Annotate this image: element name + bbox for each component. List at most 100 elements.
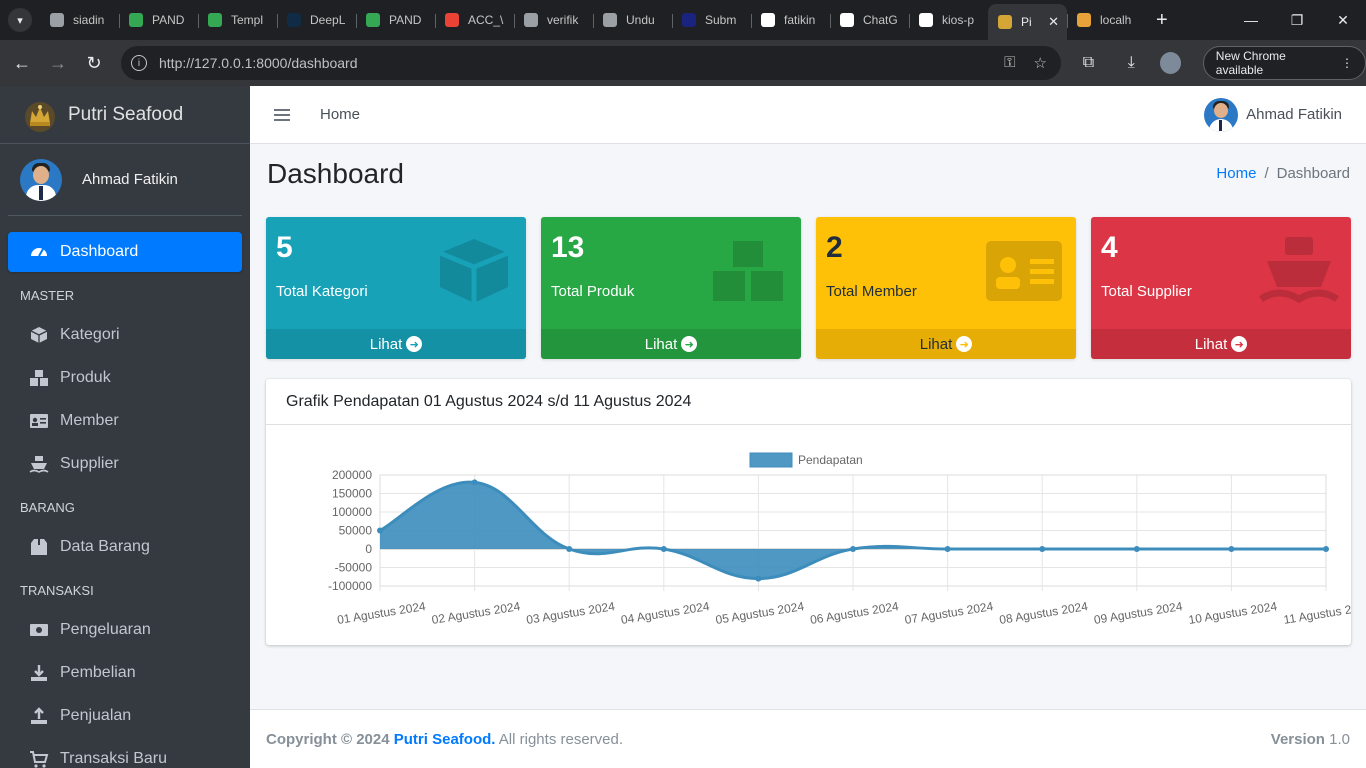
breadcrumb-separator: / xyxy=(1264,165,1269,182)
tab-title: fatikin xyxy=(784,13,816,27)
stat-label: Total Supplier xyxy=(1101,283,1192,300)
y-tick-label: 200000 xyxy=(332,468,372,482)
address-bar[interactable]: i http://127.0.0.1:8000/dashboard ⚿ ☆ xyxy=(121,46,1061,80)
id-card-icon xyxy=(984,235,1064,307)
cart-icon xyxy=(28,749,50,768)
sidebar-item-kategori[interactable]: Kategori xyxy=(8,315,242,355)
y-tick-label: 100000 xyxy=(332,505,372,519)
card-title: Grafik Pendapatan 01 Agustus 2024 s/d 11… xyxy=(266,379,1351,425)
forward-icon[interactable]: → xyxy=(40,45,76,81)
small-box-total-kategori: 5 Total Kategori Lihat ➜ xyxy=(266,217,526,359)
reload-icon[interactable]: ↻ xyxy=(76,45,112,81)
tab-title: ChatG xyxy=(863,13,898,27)
user-menu[interactable]: Ahmad Fatikin xyxy=(1204,97,1342,132)
brand-text: Putri Seafood xyxy=(68,103,184,125)
x-tick-label: 08 Agustus 2024 xyxy=(998,599,1089,627)
tab-title: Templ xyxy=(231,13,264,27)
restore-icon[interactable]: ❐ xyxy=(1274,0,1320,40)
browser-tab[interactable]: ACC_\ xyxy=(435,4,514,36)
password-key-icon[interactable]: ⚿ xyxy=(1004,54,1015,72)
top-navbar: Home Ahmad Fatikin xyxy=(250,86,1366,144)
x-tick-label: 01 Agustus 2024 xyxy=(336,599,427,627)
browser-tab[interactable]: Subm xyxy=(672,4,751,36)
x-tick-label: 10 Agustus 2024 xyxy=(1188,599,1279,627)
user-panel[interactable]: Ahmad Fatikin xyxy=(8,144,242,216)
url-text[interactable]: http://127.0.0.1:8000/dashboard xyxy=(159,55,358,71)
browser-tab[interactable]: kios-p xyxy=(909,4,988,36)
y-tick-label: -100000 xyxy=(328,579,372,593)
sidebar-item-supplier[interactable]: Supplier xyxy=(8,444,242,484)
breadcrumb-current: Dashboard xyxy=(1276,165,1350,182)
close-window-icon[interactable]: ✕ xyxy=(1320,0,1366,40)
extensions-icon[interactable]: ⧉ xyxy=(1074,54,1103,72)
data-point xyxy=(566,546,573,552)
lihat-label: Lihat xyxy=(369,335,403,353)
data-point xyxy=(660,546,667,552)
brand-link[interactable]: Putri Seafood xyxy=(0,86,250,144)
nav-header-master: MASTER xyxy=(20,287,75,303)
lihat-link[interactable]: Lihat ➜ xyxy=(816,329,1076,359)
browser-tab-active[interactable]: Pi ✕ xyxy=(988,4,1067,40)
browser-tab[interactable]: siadin xyxy=(40,4,119,36)
profile-avatar[interactable] xyxy=(1159,52,1181,74)
browser-tab[interactable]: verifik xyxy=(514,4,593,36)
minimize-icon[interactable]: — xyxy=(1228,0,1274,40)
y-tick-label: 150000 xyxy=(332,487,372,501)
window-controls: — ❐ ✕ xyxy=(1228,0,1366,40)
sidebar-item-data-barang[interactable]: Data Barang xyxy=(8,527,242,567)
sidebar-item-produk[interactable]: Produk xyxy=(8,358,242,398)
back-icon[interactable]: ← xyxy=(4,45,40,81)
sidebar-item-pengeluaran[interactable]: Pengeluaran xyxy=(8,610,242,650)
browser-tab-strip: ▾ siadin PAND Templ DeepL PAND ACC_\ verifik Un… xyxy=(0,0,1366,40)
stat-label: Total Produk xyxy=(551,283,635,300)
arrow-circle-right-icon: ➜ xyxy=(406,336,423,352)
lihat-link[interactable]: Lihat ➜ xyxy=(1091,329,1351,359)
sidebar-menu: Dashboard MASTER Kategori Produk Member Suppl… xyxy=(0,216,250,768)
browser-tab[interactable]: fatikin xyxy=(751,4,830,36)
browser-tab[interactable]: DeepL xyxy=(277,4,356,36)
browser-tab[interactable]: ChatG xyxy=(830,4,909,36)
sidebar-item-dashboard[interactable]: Dashboard xyxy=(8,232,242,272)
close-tab-icon[interactable]: ✕ xyxy=(1048,14,1059,30)
tab-favicon-icon xyxy=(840,13,854,27)
browser-tab[interactable]: Templ xyxy=(198,4,277,36)
breadcrumb-home[interactable]: Home xyxy=(1216,165,1256,182)
downloads-icon[interactable]: ⤓ xyxy=(1117,54,1146,72)
sidebar-item-label: Pengeluaran xyxy=(60,621,151,638)
sidebar-item-pembelian[interactable]: Pembelian xyxy=(8,653,242,693)
x-tick-label: 06 Agustus 2024 xyxy=(809,599,900,627)
small-box-total-produk: 13 Total Produk Lihat ➜ xyxy=(541,217,801,359)
rights-text: All rights reserved. xyxy=(498,730,624,748)
sidebar-item-label: Dashboard xyxy=(60,243,139,260)
bookmark-star-icon[interactable]: ☆ xyxy=(1034,54,1047,72)
lihat-label: Lihat xyxy=(1194,335,1228,353)
browser-tab[interactable]: localh xyxy=(1067,4,1146,36)
lihat-link[interactable]: Lihat ➜ xyxy=(266,329,526,359)
update-chrome-button[interactable]: New Chrome available ⋮ xyxy=(1202,46,1366,80)
top-home-link[interactable]: Home xyxy=(320,106,360,123)
tab-search-icon[interactable]: ▾ xyxy=(8,8,32,32)
browser-tab[interactable]: Undu xyxy=(593,4,672,36)
tab-title: ACC_\ xyxy=(468,13,504,27)
arrow-circle-right-icon: ➜ xyxy=(1231,336,1248,352)
tab-favicon-icon xyxy=(1077,13,1091,27)
x-tick-label: 05 Agustus 2024 xyxy=(715,599,806,627)
sidebar-item-transaksi-baru[interactable]: Transaksi Baru xyxy=(8,739,242,768)
arrow-circle-right-icon: ➜ xyxy=(681,336,698,352)
x-tick-label: 02 Agustus 2024 xyxy=(431,599,522,627)
footer-brand-link[interactable]: Putri Seafood. xyxy=(394,731,496,748)
hamburger-menu-icon[interactable] xyxy=(274,108,290,121)
browser-tab[interactable]: PAND xyxy=(356,4,435,36)
sidebar-item-penjualan[interactable]: Penjualan xyxy=(8,696,242,736)
version-number: 1.0 xyxy=(1329,730,1350,748)
data-point xyxy=(944,546,951,552)
sidebar-item-member[interactable]: Member xyxy=(8,401,242,441)
new-tab-icon[interactable]: + xyxy=(1156,9,1168,32)
browser-tab[interactable]: PAND xyxy=(119,4,198,36)
sidebar-item-label: Produk xyxy=(60,369,111,386)
site-info-icon[interactable]: i xyxy=(131,55,147,71)
lihat-link[interactable]: Lihat ➜ xyxy=(541,329,801,359)
x-tick-label: 11 Agustus 2024 xyxy=(1283,599,1351,627)
download-icon xyxy=(28,663,50,683)
lihat-label: Lihat xyxy=(919,335,953,353)
